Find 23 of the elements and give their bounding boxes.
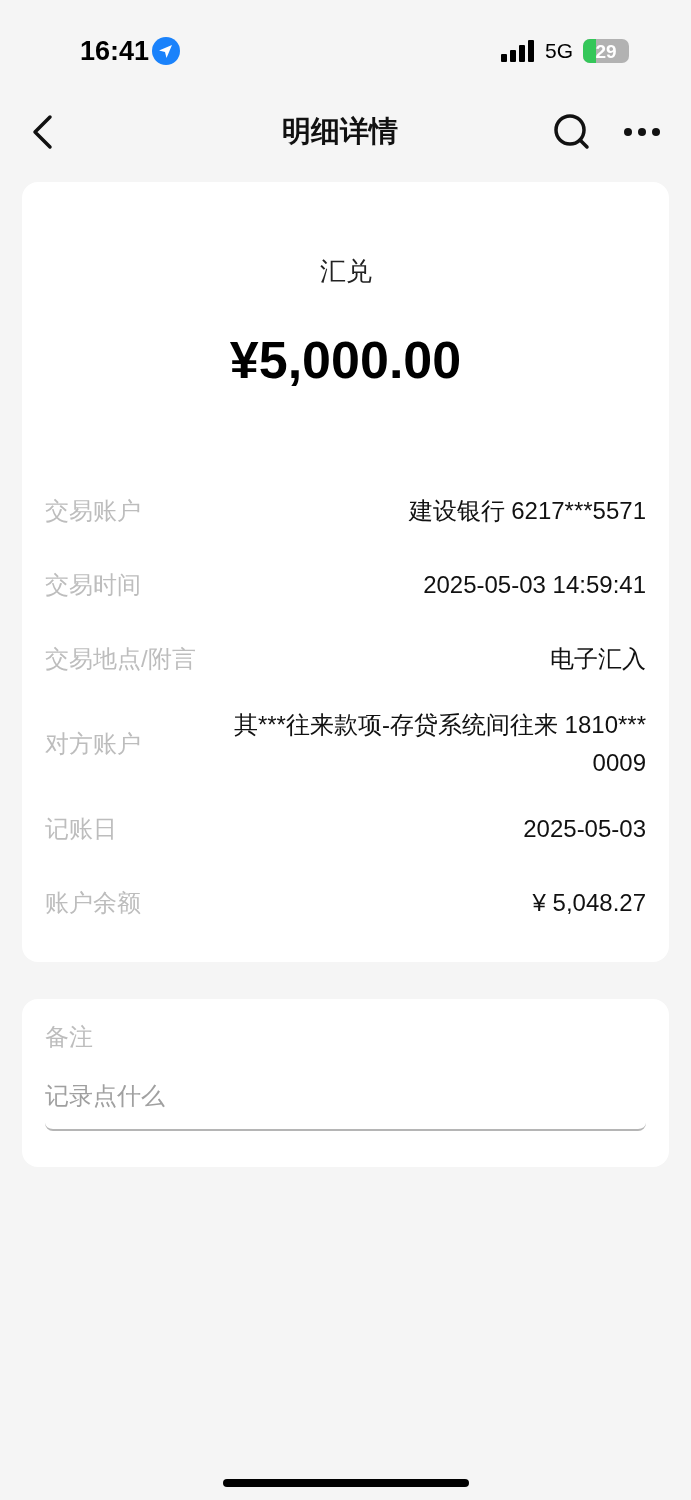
more-icon[interactable] bbox=[623, 127, 661, 137]
detail-value: 2025-05-03 bbox=[523, 814, 646, 844]
signal-icon bbox=[501, 40, 535, 62]
detail-value: 电子汇入 bbox=[550, 644, 646, 674]
detail-value: ¥ 5,048.27 bbox=[532, 888, 646, 918]
status-time: 16:41 bbox=[80, 34, 150, 68]
detail-label: 交易地点/附言 bbox=[45, 644, 196, 674]
detail-label: 交易账户 bbox=[45, 496, 141, 526]
note-input[interactable]: 记录点什么 bbox=[45, 1078, 646, 1114]
detail-value: 其***往来款项-存贷系统间往来 1810***0009 bbox=[232, 710, 646, 778]
transaction-type: 汇兑 bbox=[319, 255, 372, 288]
detail-label: 账户余额 bbox=[45, 888, 141, 918]
detail-label: 交易时间 bbox=[45, 570, 141, 600]
detail-value: 2025-05-03 14:59:41 bbox=[423, 570, 646, 600]
network-label: 5G bbox=[545, 38, 573, 65]
detail-value: 建设银行 6217***5571 bbox=[408, 496, 646, 526]
battery-icon: 29 bbox=[583, 39, 629, 63]
amount: ¥5,000.00 bbox=[229, 330, 462, 391]
search-icon[interactable] bbox=[553, 113, 591, 151]
detail-label: 记账日 bbox=[45, 814, 117, 844]
detail-label: 对方账户 bbox=[45, 729, 141, 759]
page-title: 明细详情 bbox=[281, 114, 398, 150]
note-label: 备注 bbox=[45, 1022, 94, 1052]
